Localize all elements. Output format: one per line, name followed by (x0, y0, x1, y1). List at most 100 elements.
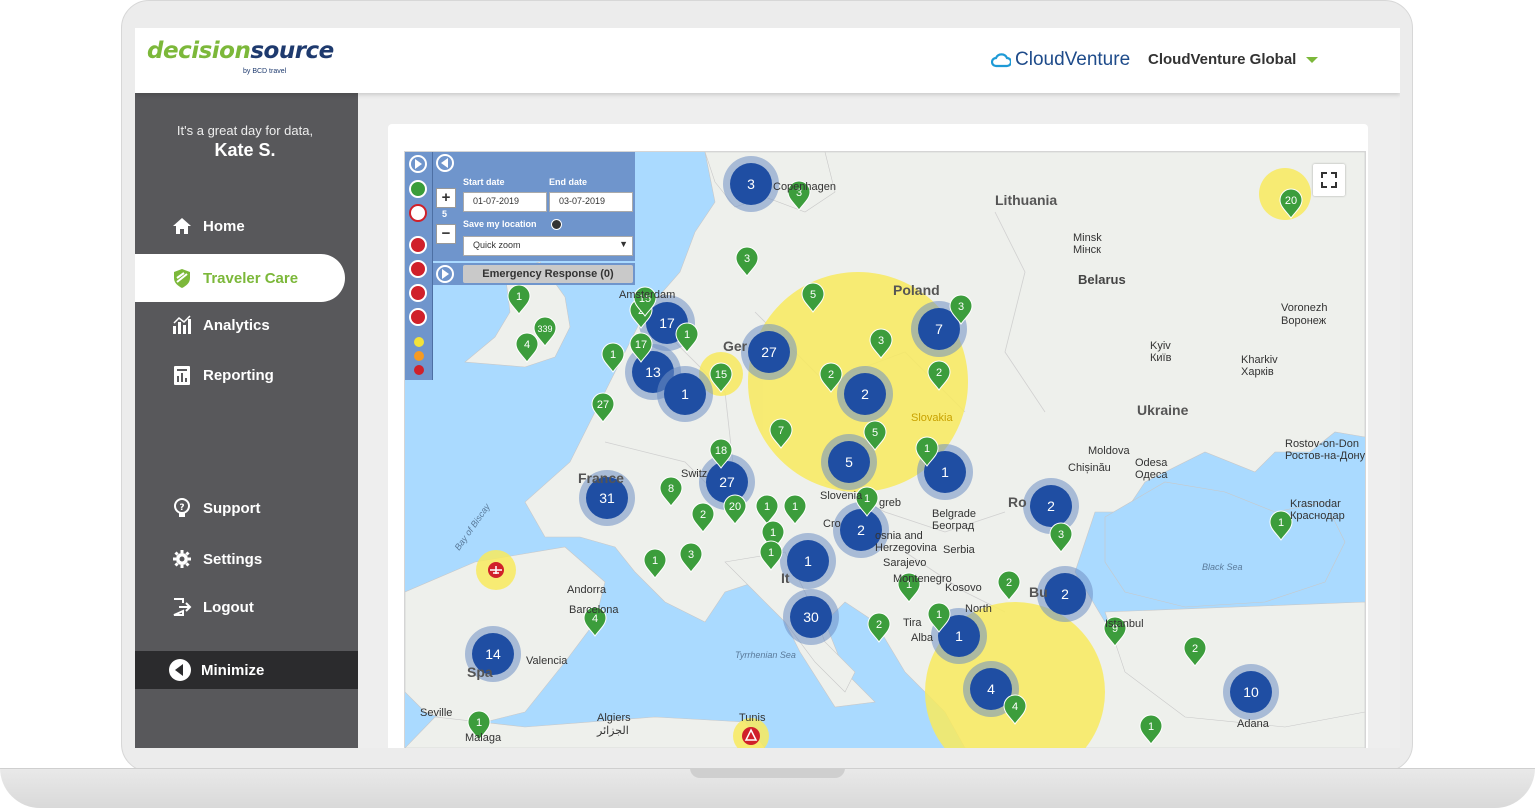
collapse-panel-button[interactable] (436, 154, 454, 172)
person-filter-icon[interactable] (409, 284, 427, 302)
cluster-count: 1 (681, 386, 689, 402)
map-label-bu: Bu (1029, 584, 1048, 600)
map-label-slovenia: Slovenia (820, 490, 863, 502)
zoom-in-button[interactable]: + (436, 188, 456, 208)
emergency-response-button[interactable]: Emergency Response (0) (463, 265, 633, 283)
legend-strip (405, 152, 433, 380)
plane-filter-icon[interactable] (409, 260, 427, 278)
minimize-button[interactable]: Minimize (135, 651, 358, 689)
map-cluster[interactable]: 2 (837, 366, 893, 422)
cluster-count: 2 (861, 386, 869, 402)
sidebar-item-label: Home (203, 217, 245, 235)
end-date-input[interactable]: 03-07-2019 (549, 192, 633, 212)
sidebar-item-analytics[interactable]: Analytics (171, 314, 270, 336)
map-label-krasnodar-local: Краснодар (1290, 510, 1345, 522)
sidebar-item-label: Reporting (203, 366, 274, 384)
sidebar-item-traveler-care-inner: Traveler Care (171, 267, 298, 289)
cluster-count: 5 (845, 454, 853, 470)
fullscreen-button[interactable] (1313, 164, 1345, 196)
laptop-notch (690, 768, 845, 778)
map-cluster[interactable]: 3 (723, 156, 779, 212)
account-switcher[interactable]: CloudVenture Global (1148, 51, 1319, 68)
pin-count: 5 (872, 427, 878, 439)
top-header: decisionsource by BCD travel CloudVentur… (135, 28, 1400, 93)
pin-count: 18 (715, 445, 727, 457)
map-cluster[interactable]: 2 (1023, 478, 1079, 534)
map-label-minsk-local: Мінск (1073, 244, 1101, 256)
map-label-poland: Poland (893, 282, 940, 298)
pin-count: 2 (1006, 577, 1012, 589)
map-label-copenhagen: Copenhagen (773, 181, 837, 193)
pin-count: 2 (700, 509, 706, 521)
map-label-barcelona: Barcelona (569, 604, 619, 616)
map-cluster[interactable]: 27 (741, 324, 797, 380)
radiation-filter-icon[interactable] (409, 236, 427, 254)
green-filter-icon[interactable] (409, 180, 427, 198)
reporting-icon (174, 366, 190, 385)
decisionsource-logo[interactable]: decisionsource by BCD travel (147, 38, 334, 75)
svg-text:?: ? (179, 503, 184, 513)
cluster-count: 1 (804, 553, 812, 569)
map-label-voronezh: Voronezh (1281, 302, 1328, 314)
app-screen: decisionsource by BCD travel CloudVentur… (135, 28, 1400, 748)
traveler-map[interactable]: 3172771312513127221301214410 33133942151… (404, 151, 1366, 748)
pin-count: 1 (768, 547, 774, 559)
cluster-count: 3 (747, 176, 755, 192)
sidebar-item-traveler-care[interactable]: Traveler Care (135, 254, 345, 302)
warning-filter-icon[interactable] (409, 308, 427, 326)
cluster-count: 14 (485, 646, 501, 662)
map-label-minsk: Minsk (1073, 232, 1102, 244)
sidebar-item-reporting[interactable]: Reporting (171, 364, 274, 386)
map-label-krasnodar: Krasnodar (1290, 498, 1341, 510)
map-label-it: It (781, 570, 790, 586)
pin-count: 1 (684, 329, 690, 341)
pin-count: 3 (688, 549, 694, 561)
map-label-belgrade-local: Београд (932, 520, 975, 532)
map-label-alba: Alba (911, 632, 934, 644)
sidebar-item-label: Analytics (203, 316, 270, 334)
sidebar-item-home[interactable]: Home (171, 215, 245, 237)
pin-count: 2 (936, 367, 942, 379)
quick-zoom-select[interactable]: Quick zoom ▼ (463, 236, 633, 256)
play-icon[interactable] (436, 265, 454, 283)
cluster-count: 27 (761, 344, 777, 360)
sidebar-item-settings[interactable]: Settings (171, 548, 262, 570)
map-cluster[interactable]: 1 (657, 366, 713, 422)
filter-panel: + 5 − Start date End date 01-07-2019 03-… (433, 152, 635, 261)
fullscreen-icon (1321, 172, 1337, 188)
map-label-bosnia: osnia and (875, 530, 923, 542)
start-date-input[interactable]: 01-07-2019 (463, 192, 547, 212)
map-label-herzegovina: Herzegovina (875, 542, 937, 554)
legend-dot-orange (414, 351, 424, 361)
pin-count: 20 (1285, 195, 1297, 207)
pin-count: 1 (792, 501, 798, 513)
plane-icon[interactable] (488, 562, 504, 578)
map-label-seville: Seville (420, 707, 453, 719)
map-label-belgrade: Belgrade (932, 508, 977, 520)
user-name: Kate S. (214, 140, 276, 160)
pin-count: 2 (828, 369, 834, 381)
map-cluster[interactable]: 30 (783, 589, 839, 645)
map-label-rostov-local: Ростов-на-Дону (1285, 450, 1366, 462)
pin-count: 3 (744, 253, 750, 265)
warning-icon[interactable] (742, 727, 760, 745)
sidebar-item-support[interactable]: ? Support (171, 497, 261, 519)
map-label-moldova: Moldova (1088, 445, 1130, 457)
play-icon[interactable] (409, 155, 427, 173)
pin-count: 1 (864, 493, 870, 505)
pin-count: 15 (715, 369, 727, 381)
map-cluster[interactable]: 10 (1223, 664, 1279, 720)
map-label-tunis: Tunis (739, 712, 766, 724)
sidebar-item-logout[interactable]: Logout (171, 596, 254, 618)
map-label-amsterdam: Amsterdam (619, 289, 676, 301)
map-label-ukraine: Ukraine (1137, 402, 1189, 418)
logo-word-1: decision (147, 38, 251, 64)
map-label-lithuania: Lithuania (995, 192, 1058, 208)
pin-count: 7 (778, 425, 784, 437)
medical-filter-icon[interactable] (409, 204, 427, 222)
legend-dot-red (414, 365, 424, 375)
location-target-icon[interactable] (551, 219, 562, 230)
cluster-count: 13 (645, 364, 661, 380)
map-label-andorra: Andorra (567, 584, 607, 596)
zoom-out-button[interactable]: − (436, 224, 456, 244)
